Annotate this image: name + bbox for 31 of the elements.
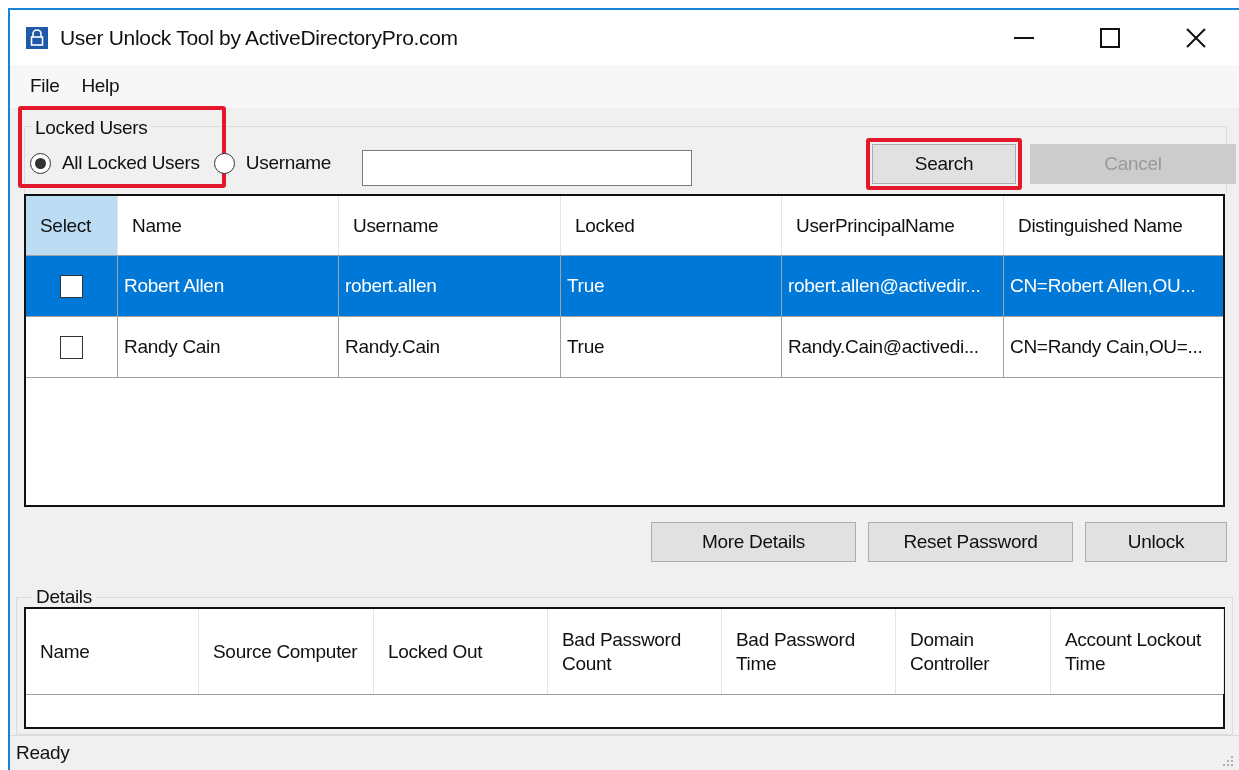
button[interactable]: More Details: [651, 522, 856, 562]
radio-button[interactable]: All Locked Users: [30, 149, 200, 178]
table-cell: CN=Randy Cain,OU=...: [1004, 317, 1223, 377]
window-title: User Unlock Tool by ActiveDirectoryPro.com: [60, 24, 458, 51]
table-cell: Randy Cain: [118, 317, 339, 377]
table-row[interactable]: Randy Cain Randy.Cain True Randy.Cain@activedi... CN=Randy Cain,OU=...: [26, 317, 1223, 378]
table-cell: Randy.Cain@activedi...: [782, 317, 1004, 377]
username-field[interactable]: [362, 150, 692, 186]
button[interactable]: Reset Password: [868, 522, 1073, 562]
status-text: Ready: [16, 740, 70, 765]
checkbox[interactable]: [60, 335, 83, 359]
close-icon: [1186, 27, 1206, 48]
table-row[interactable]: Robert Allen robert.allen True robert.allen@activedir... CN=Robert Allen,OU...: [26, 256, 1223, 317]
column-header[interactable]: Select: [26, 196, 118, 255]
radio-button[interactable]: Username: [213, 149, 331, 178]
button[interactable]: Search: [872, 144, 1016, 184]
table-cell: robert.allen: [339, 256, 561, 316]
table-cell: CN=Robert Allen,OU...: [1004, 256, 1223, 316]
menu-item[interactable]: File: [24, 70, 66, 103]
checkbox[interactable]: [60, 274, 83, 298]
maximize-icon: [1100, 27, 1120, 48]
minimize-icon: [1014, 36, 1034, 39]
table-cell: Randy.Cain: [339, 317, 561, 377]
table-cell: True: [561, 317, 782, 377]
button[interactable]: Unlock: [1085, 522, 1227, 562]
resize-grip-icon: [1223, 756, 1233, 766]
table-cell: True: [561, 256, 782, 316]
table-cell: robert.allen@activedir...: [782, 256, 1004, 316]
table-cell: Robert Allen: [118, 256, 339, 316]
menu-item[interactable]: Help: [75, 70, 126, 103]
lock-icon: [26, 26, 48, 49]
